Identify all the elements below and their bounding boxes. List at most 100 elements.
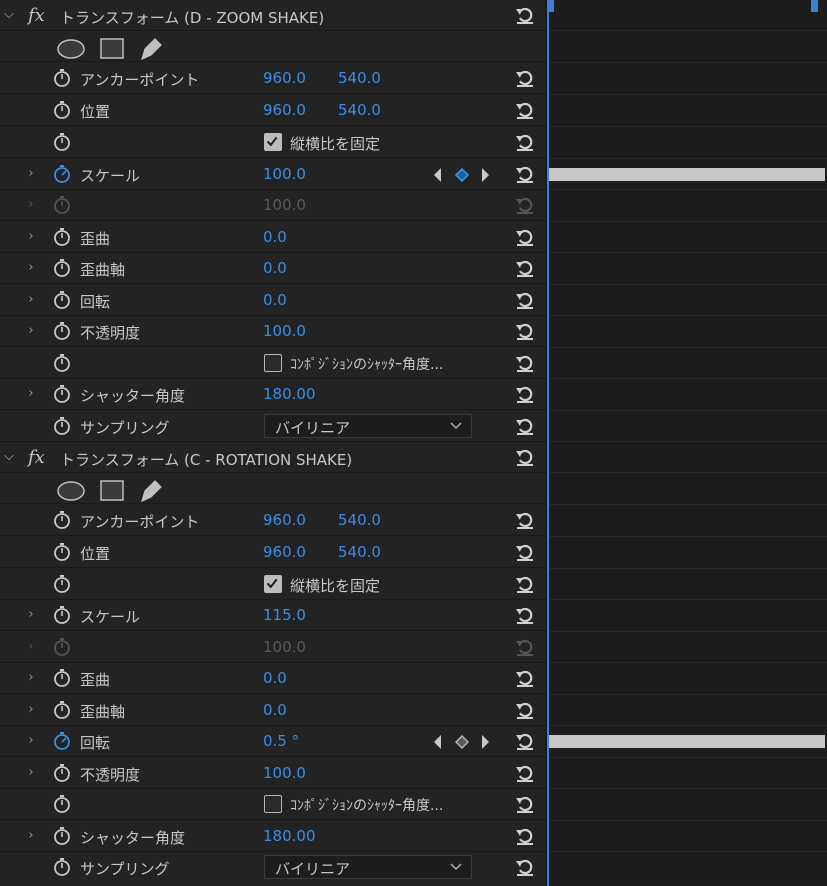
fx-toggle-icon[interactable]: fx [28, 447, 45, 468]
sampling-dropdown[interactable]: バイリニア [264, 855, 472, 879]
stopwatch-icon[interactable] [52, 321, 72, 341]
stopwatch-icon[interactable] [52, 542, 72, 562]
anchor-y-value[interactable]: 540.0 [338, 69, 381, 87]
next-keyframe-icon[interactable] [482, 735, 489, 749]
anchor-y-value[interactable]: 540.0 [338, 511, 381, 529]
reset-parameter-icon[interactable] [514, 667, 536, 689]
chevron-right-icon[interactable]: › [24, 386, 38, 402]
out-point-marker[interactable] [811, 0, 818, 12]
reset-parameter-icon[interactable] [514, 289, 536, 311]
reset-parameter-icon[interactable] [514, 320, 536, 342]
chevron-right-icon[interactable]: › [24, 733, 38, 749]
comp-shutter-checkbox[interactable] [264, 795, 282, 813]
scale-value[interactable]: 100.0 [263, 165, 306, 183]
stopwatch-icon[interactable] [52, 353, 72, 373]
rectangle-mask-icon[interactable] [100, 38, 124, 59]
stopwatch-icon[interactable] [52, 857, 72, 877]
effect-header[interactable]: ⌵ fx トランスフォーム (D - ZOOM SHAKE) [0, 0, 545, 31]
shutter-angle-value[interactable]: 180.00 [263, 385, 316, 403]
stopwatch-icon[interactable] [52, 826, 72, 846]
playhead-handle[interactable] [547, 0, 554, 12]
position-x-value[interactable]: 960.0 [263, 101, 306, 119]
previous-keyframe-icon[interactable] [434, 168, 441, 182]
add-keyframe-icon[interactable] [454, 167, 470, 183]
ellipse-mask-icon[interactable] [57, 39, 85, 59]
sampling-dropdown[interactable]: バイリニア [264, 414, 472, 438]
opacity-value[interactable]: 100.0 [263, 764, 306, 782]
chevron-right-icon[interactable]: › [24, 607, 38, 623]
anchor-x-value[interactable]: 960.0 [263, 511, 306, 529]
stopwatch-icon[interactable] [52, 416, 72, 436]
stopwatch-active-icon[interactable] [52, 164, 72, 184]
reset-parameter-icon[interactable] [514, 415, 536, 437]
add-keyframe-icon[interactable] [455, 735, 469, 749]
stopwatch-icon[interactable] [52, 668, 72, 688]
reset-parameter-icon[interactable] [514, 99, 536, 121]
stopwatch-active-icon[interactable] [52, 731, 72, 751]
reset-parameter-icon[interactable] [514, 4, 536, 26]
reset-parameter-icon[interactable] [514, 383, 536, 405]
stopwatch-icon[interactable] [52, 510, 72, 530]
stopwatch-icon[interactable] [52, 384, 72, 404]
opacity-value[interactable]: 100.0 [263, 322, 306, 340]
keyframe-track-rotation[interactable] [547, 726, 827, 757]
position-x-value[interactable]: 960.0 [263, 543, 306, 561]
reset-parameter-icon[interactable] [514, 226, 536, 248]
rotation-value[interactable]: 0.0 [263, 291, 287, 309]
chevron-down-icon[interactable]: ⌵ [4, 449, 18, 465]
skew-value[interactable]: 0.0 [263, 669, 287, 687]
chevron-right-icon[interactable]: › [24, 166, 38, 182]
keyframe-track-scale[interactable] [547, 159, 827, 190]
chevron-right-icon[interactable]: › [24, 702, 38, 718]
rotation-value[interactable]: 0.5 ° [263, 732, 299, 750]
keyframe-bar[interactable] [549, 168, 825, 181]
skew-axis-value[interactable]: 0.0 [263, 259, 287, 277]
position-y-value[interactable]: 540.0 [338, 543, 381, 561]
reset-parameter-icon[interactable] [514, 699, 536, 721]
reset-parameter-icon[interactable] [514, 446, 536, 468]
stopwatch-icon[interactable] [52, 290, 72, 310]
stopwatch-icon[interactable] [52, 794, 72, 814]
uniform-scale-checkbox[interactable] [264, 575, 282, 593]
reset-parameter-icon[interactable] [514, 352, 536, 374]
pen-mask-icon[interactable] [141, 38, 162, 61]
fx-toggle-icon[interactable]: fx [28, 5, 45, 26]
rectangle-mask-icon[interactable] [100, 480, 124, 501]
stopwatch-icon[interactable] [52, 605, 72, 625]
previous-keyframe-icon[interactable] [434, 735, 441, 749]
stopwatch-icon[interactable] [52, 258, 72, 278]
chevron-right-icon[interactable]: › [24, 765, 38, 781]
reset-parameter-icon[interactable] [514, 762, 536, 784]
ellipse-mask-icon[interactable] [57, 481, 85, 501]
chevron-right-icon[interactable]: › [24, 260, 38, 276]
stopwatch-icon[interactable] [52, 700, 72, 720]
reset-parameter-icon[interactable] [514, 131, 536, 153]
reset-parameter-icon[interactable] [514, 825, 536, 847]
pen-mask-icon[interactable] [141, 480, 162, 503]
stopwatch-icon[interactable] [52, 227, 72, 247]
chevron-right-icon[interactable]: › [24, 670, 38, 686]
reset-parameter-icon[interactable] [514, 509, 536, 531]
stopwatch-icon[interactable] [52, 132, 72, 152]
chevron-right-icon[interactable]: › [24, 828, 38, 844]
uniform-scale-checkbox[interactable] [264, 133, 282, 151]
next-keyframe-icon[interactable] [482, 168, 489, 182]
scale-value[interactable]: 115.0 [263, 606, 306, 624]
reset-parameter-icon[interactable] [514, 730, 536, 752]
stopwatch-icon[interactable] [52, 100, 72, 120]
stopwatch-icon[interactable] [52, 68, 72, 88]
skew-axis-value[interactable]: 0.0 [263, 701, 287, 719]
stopwatch-icon[interactable] [52, 574, 72, 594]
reset-parameter-icon[interactable] [514, 793, 536, 815]
reset-parameter-icon[interactable] [514, 573, 536, 595]
effect-header[interactable]: ⌵ fx トランスフォーム (C - ROTATION SHAKE) [0, 442, 545, 473]
reset-parameter-icon[interactable] [514, 541, 536, 563]
reset-parameter-icon[interactable] [514, 163, 536, 185]
stopwatch-icon[interactable] [52, 763, 72, 783]
chevron-down-icon[interactable]: ⌵ [4, 7, 18, 23]
reset-parameter-icon[interactable] [514, 67, 536, 89]
anchor-x-value[interactable]: 960.0 [263, 69, 306, 87]
reset-parameter-icon[interactable] [514, 856, 536, 878]
keyframe-bar[interactable] [549, 735, 825, 748]
chevron-right-icon[interactable]: › [24, 323, 38, 339]
